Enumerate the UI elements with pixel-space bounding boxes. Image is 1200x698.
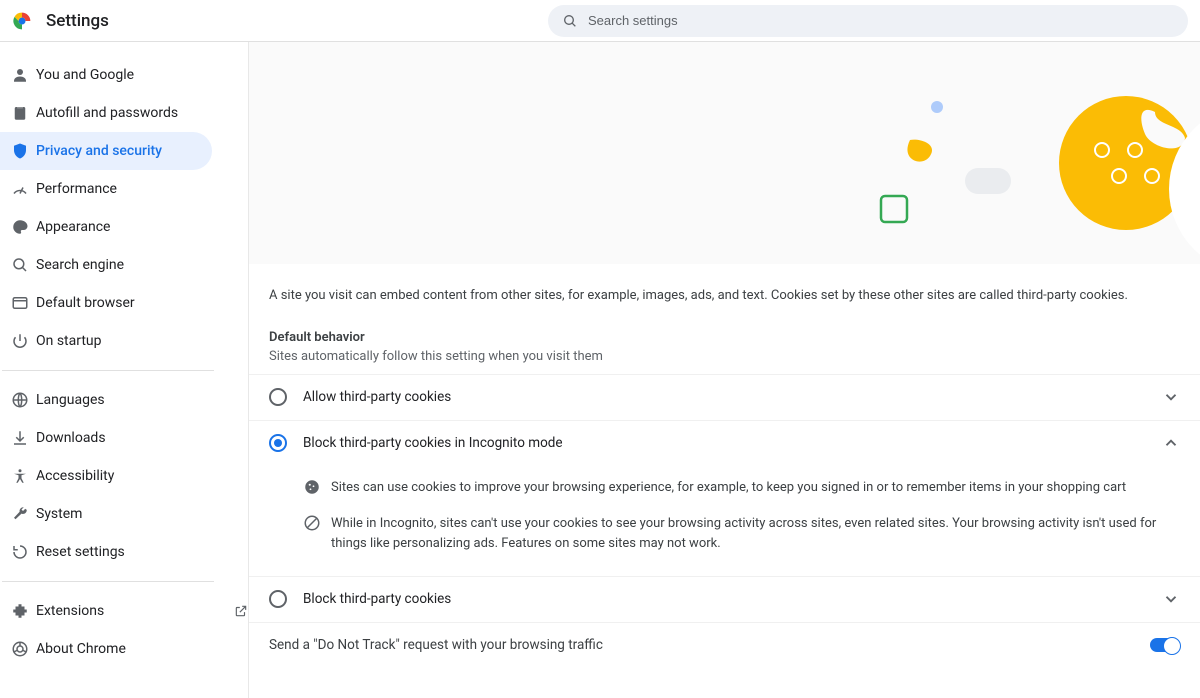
clipboard-icon (4, 104, 36, 122)
chrome-outline-icon (4, 640, 36, 658)
option-allow-third-party[interactable]: Allow third-party cookies (249, 374, 1200, 420)
sidebar-item-search-engine[interactable]: Search engine (0, 246, 248, 284)
chrome-logo-icon (12, 11, 32, 31)
sidebar-item-about[interactable]: About Chrome (0, 630, 248, 668)
sidebar-item-label: About Chrome (36, 641, 248, 657)
option-label: Block third-party cookies in Incognito m… (303, 435, 1162, 451)
sidebar-item-performance[interactable]: Performance (0, 170, 248, 208)
reset-icon (4, 543, 36, 561)
radio-icon (269, 388, 287, 406)
sidebar-item-downloads[interactable]: Downloads (0, 419, 248, 457)
option-expanded-details: Sites can use cookies to improve your br… (248, 466, 1200, 576)
sidebar-item-label: Reset settings (36, 544, 248, 560)
info-bullet: Sites can use cookies to improve your br… (303, 470, 1180, 506)
sidebar-item-label: Autofill and passwords (36, 105, 248, 121)
search-icon (4, 256, 36, 274)
download-icon (4, 429, 36, 447)
option-block-incognito[interactable]: Block third-party cookies in Incognito m… (249, 420, 1200, 466)
block-icon (303, 514, 331, 554)
speedometer-icon (4, 180, 36, 198)
extension-icon (4, 602, 36, 620)
sidebar-item-you-and-google[interactable]: You and Google (0, 56, 248, 94)
radio-icon (269, 590, 287, 608)
sidebar-item-label: Default browser (36, 295, 248, 311)
sidebar-item-label: Downloads (36, 430, 248, 446)
info-text: While in Incognito, sites can't use your… (331, 514, 1180, 554)
topbar: Settings (0, 0, 1200, 42)
shield-icon (4, 142, 36, 160)
chevron-up-icon (1162, 434, 1180, 452)
section-title: Default behavior (249, 318, 1200, 347)
dnt-row: Send a "Do Not Track" request with your … (249, 622, 1200, 667)
chevron-down-icon (1162, 590, 1180, 608)
sidebar-item-label: Appearance (36, 219, 248, 235)
search-input[interactable] (588, 13, 1174, 28)
sidebar-item-label: Accessibility (36, 468, 248, 484)
info-bullet: While in Incognito, sites can't use your… (303, 506, 1180, 562)
option-label: Allow third-party cookies (303, 389, 1162, 405)
browser-icon (4, 294, 36, 312)
sidebar-item-on-startup[interactable]: On startup (0, 322, 248, 360)
sidebar-item-label: Extensions (36, 603, 228, 619)
person-icon (4, 66, 36, 84)
sidebar-item-autofill[interactable]: Autofill and passwords (0, 94, 248, 132)
divider (2, 581, 214, 582)
sidebar-item-label: System (36, 506, 248, 522)
search-box[interactable] (548, 5, 1188, 37)
radio-icon (269, 434, 287, 452)
chevron-down-icon (1162, 388, 1180, 406)
globe-icon (4, 391, 36, 409)
hero-illustration (249, 42, 1200, 264)
sidebar-item-appearance[interactable]: Appearance (0, 208, 248, 246)
sidebar-item-privacy[interactable]: Privacy and security (0, 132, 212, 170)
section-subtitle: Sites automatically follow this setting … (249, 347, 1200, 374)
divider (2, 370, 214, 371)
dnt-label: Send a "Do Not Track" request with your … (269, 637, 1150, 653)
sidebar-item-label: Performance (36, 181, 248, 197)
description-text: A site you visit can embed content from … (249, 264, 1200, 318)
sidebar-item-label: Search engine (36, 257, 248, 273)
sidebar-item-label: Languages (36, 392, 248, 408)
power-icon (4, 332, 36, 350)
option-label: Block third-party cookies (303, 591, 1162, 607)
cookie-icon (303, 478, 331, 498)
main-content: A site you visit can embed content from … (248, 42, 1200, 698)
sidebar-item-extensions[interactable]: Extensions (0, 592, 248, 630)
sidebar-item-default-browser[interactable]: Default browser (0, 284, 248, 322)
sidebar-item-accessibility[interactable]: Accessibility (0, 457, 248, 495)
dnt-toggle[interactable] (1150, 638, 1180, 652)
option-block-third-party[interactable]: Block third-party cookies (249, 576, 1200, 622)
search-icon (562, 13, 578, 29)
page-title: Settings (46, 11, 109, 31)
wrench-icon (4, 505, 36, 523)
external-link-icon (234, 604, 248, 618)
sidebar: You and Google Autofill and passwords Pr… (0, 42, 248, 698)
palette-icon (4, 218, 36, 236)
accessibility-icon (4, 467, 36, 485)
sidebar-item-system[interactable]: System (0, 495, 248, 533)
sidebar-item-languages[interactable]: Languages (0, 381, 248, 419)
info-text: Sites can use cookies to improve your br… (331, 478, 1126, 498)
sidebar-item-reset[interactable]: Reset settings (0, 533, 248, 571)
sidebar-item-label: You and Google (36, 67, 248, 83)
sidebar-item-label: On startup (36, 333, 248, 349)
sidebar-item-label: Privacy and security (36, 143, 212, 159)
